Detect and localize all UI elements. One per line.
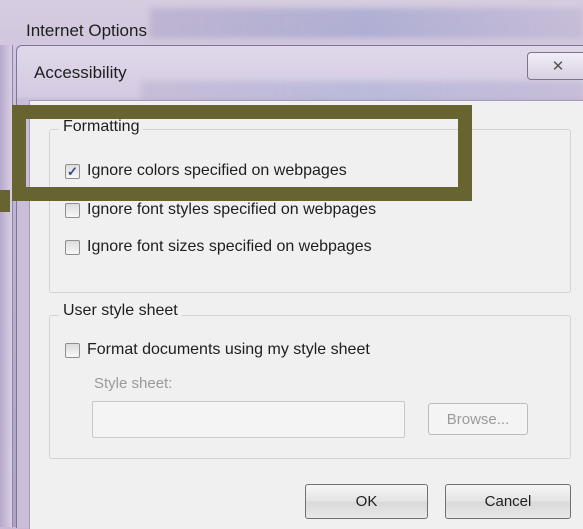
format-documents-checkbox[interactable]	[65, 342, 80, 358]
parent-window-title: Internet Options	[26, 21, 147, 40]
close-icon: ✕	[551, 58, 565, 75]
close-button[interactable]: ✕	[527, 52, 583, 80]
ignore-font-styles-checkbox[interactable]	[65, 202, 80, 218]
highlight-annotation	[12, 105, 472, 201]
style-sheet-input[interactable]	[92, 401, 405, 438]
browse-button[interactable]: Browse...	[428, 403, 528, 435]
dialog-title: Accessibility	[34, 63, 127, 82]
format-documents-label: Format documents using my style sheet	[87, 341, 370, 358]
ignore-font-sizes-label: Ignore font sizes specified on webpages	[87, 238, 372, 255]
user-style-sheet-group-label: User style sheet	[59, 302, 182, 320]
highlight-annotation-tab	[0, 190, 10, 212]
format-documents-option[interactable]: Format documents using my style sheet	[65, 341, 370, 359]
cancel-button[interactable]: Cancel	[445, 484, 571, 519]
parent-tabs-blur	[150, 8, 583, 38]
ignore-font-styles-option[interactable]: Ignore font styles specified on webpages	[65, 201, 376, 219]
style-sheet-label: Style sheet:	[94, 375, 173, 392]
ignore-font-styles-label: Ignore font styles specified on webpages	[87, 201, 377, 218]
ignore-font-sizes-option[interactable]: Ignore font sizes specified on webpages	[65, 238, 372, 256]
ok-button[interactable]: OK	[305, 484, 428, 519]
ignore-font-sizes-checkbox[interactable]	[65, 239, 80, 255]
